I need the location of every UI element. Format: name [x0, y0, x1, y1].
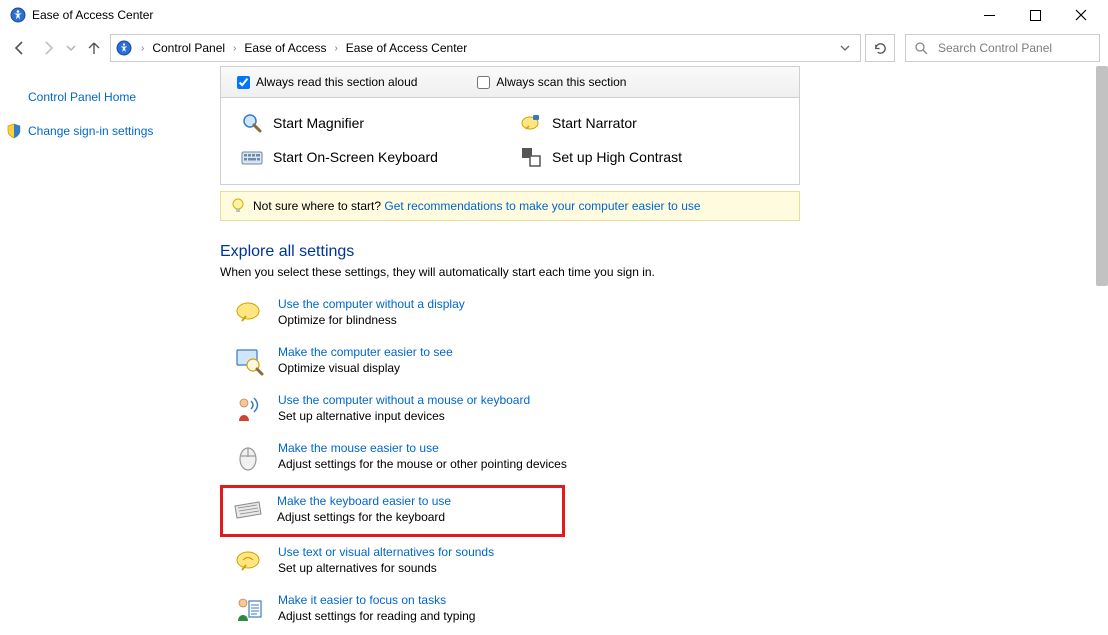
- shield-icon: [6, 123, 22, 139]
- quick-item-label: Set up High Contrast: [552, 149, 682, 165]
- start-magnifier[interactable]: Start Magnifier: [241, 112, 500, 134]
- recent-locations-button[interactable]: [64, 36, 78, 60]
- checkbox-label: Always read this section aloud: [256, 75, 417, 89]
- quick-access-box: Always read this section aloud Always sc…: [220, 66, 800, 185]
- setting-keyboard-easier[interactable]: Make the keyboard easier to use Adjust s…: [231, 492, 562, 530]
- ease-of-access-app-icon: [10, 7, 26, 23]
- quick-access-tools: Start Magnifier Start Narrator: [221, 98, 799, 184]
- setting-link[interactable]: Use the computer without a display: [278, 297, 465, 311]
- recommendation-tip: Not sure where to start? Get recommendat…: [220, 191, 800, 221]
- keyboard-icon: [231, 494, 265, 528]
- forward-button[interactable]: [36, 36, 60, 60]
- search-input[interactable]: [936, 40, 1095, 56]
- sidebar-control-panel-home[interactable]: Control Panel Home: [0, 86, 210, 108]
- setting-without-display[interactable]: Use the computer without a display Optim…: [220, 291, 1098, 339]
- breadcrumb-control-panel[interactable]: Control Panel: [150, 41, 227, 55]
- up-button[interactable]: [82, 36, 106, 60]
- quick-item-label: Start Magnifier: [273, 115, 364, 131]
- scrollbar-thumb[interactable]: [1096, 66, 1108, 286]
- setting-link[interactable]: Use text or visual alternatives for soun…: [278, 545, 494, 559]
- setting-desc: Optimize visual display: [278, 361, 453, 375]
- quick-access-options: Always read this section aloud Always sc…: [221, 67, 799, 98]
- high-contrast-icon: [520, 146, 542, 168]
- setting-easier-to-see[interactable]: Make the computer easier to see Optimize…: [220, 339, 1098, 387]
- start-on-screen-keyboard[interactable]: Start On-Screen Keyboard: [241, 146, 500, 168]
- person-document-icon: [232, 593, 266, 627]
- breadcrumb-chevron-icon[interactable]: ›: [137, 43, 148, 54]
- titlebar: Ease of Access Center: [0, 0, 1108, 30]
- content: Always read this section aloud Always sc…: [210, 66, 1108, 627]
- maximize-button[interactable]: [1012, 0, 1058, 30]
- quick-item-label: Start On-Screen Keyboard: [273, 149, 438, 165]
- always-scan-input[interactable]: [477, 76, 490, 89]
- address-bar[interactable]: › Control Panel › Ease of Access › Ease …: [110, 34, 861, 62]
- setting-desc: Set up alternatives for sounds: [278, 561, 494, 575]
- setting-without-mouse-keyboard[interactable]: Use the computer without a mouse or keyb…: [220, 387, 1098, 435]
- sidebar-item-label: Control Panel Home: [28, 90, 136, 104]
- minimize-button[interactable]: [966, 0, 1012, 30]
- search-icon: [914, 41, 928, 55]
- sound-bubble-icon: [232, 545, 266, 579]
- lightbulb-icon: [231, 198, 245, 214]
- sidebar: Control Panel Home Change sign-in settin…: [0, 66, 210, 627]
- monitor-magnifier-icon: [232, 345, 266, 379]
- tip-text: Not sure where to start? Get recommendat…: [253, 199, 701, 213]
- explore-subtext: When you select these settings, they wil…: [220, 265, 1098, 279]
- tip-prefix: Not sure where to start?: [253, 199, 384, 213]
- highlighted-setting: Make the keyboard easier to use Adjust s…: [220, 485, 565, 537]
- always-read-checkbox[interactable]: Always read this section aloud: [237, 75, 417, 89]
- setting-desc: Adjust settings for the mouse or other p…: [278, 457, 567, 471]
- quick-item-label: Start Narrator: [552, 115, 637, 131]
- explore-heading: Explore all settings: [220, 243, 1098, 261]
- back-button[interactable]: [8, 36, 32, 60]
- window-controls: [966, 0, 1104, 30]
- setting-desc: Adjust settings for the keyboard: [277, 510, 451, 524]
- setting-sound-alternatives[interactable]: Use text or visual alternatives for soun…: [220, 539, 1098, 587]
- setting-mouse-easier[interactable]: Make the mouse easier to use Adjust sett…: [220, 435, 1098, 483]
- toolbar: › Control Panel › Ease of Access › Ease …: [0, 30, 1108, 66]
- start-narrator[interactable]: Start Narrator: [520, 112, 779, 134]
- setting-link[interactable]: Make the keyboard easier to use: [277, 494, 451, 508]
- control-panel-icon: [115, 39, 133, 57]
- setting-focus-tasks[interactable]: Make it easier to focus on tasks Adjust …: [220, 587, 1098, 635]
- checkbox-label: Always scan this section: [496, 75, 626, 89]
- refresh-button[interactable]: [865, 34, 895, 62]
- vertical-scrollbar[interactable]: [1096, 66, 1108, 626]
- setup-high-contrast[interactable]: Set up High Contrast: [520, 146, 779, 168]
- breadcrumb-chevron-icon[interactable]: ›: [229, 43, 240, 54]
- close-button[interactable]: [1058, 0, 1104, 30]
- speech-bubble-icon: [232, 297, 266, 331]
- setting-desc: Optimize for blindness: [278, 313, 465, 327]
- breadcrumb-chevron-icon[interactable]: ›: [330, 43, 341, 54]
- narrator-icon: [520, 112, 542, 134]
- setting-desc: Set up alternative input devices: [278, 409, 530, 423]
- settings-list: Use the computer without a display Optim…: [220, 291, 1098, 635]
- mouse-icon: [232, 441, 266, 475]
- always-read-input[interactable]: [237, 76, 250, 89]
- tip-link[interactable]: Get recommendations to make your compute…: [384, 199, 700, 213]
- address-dropdown-icon[interactable]: [834, 43, 856, 53]
- setting-link[interactable]: Make the mouse easier to use: [278, 441, 567, 455]
- setting-link[interactable]: Make it easier to focus on tasks: [278, 593, 475, 607]
- magnifier-icon: [241, 112, 263, 134]
- setting-desc: Adjust settings for reading and typing: [278, 609, 475, 623]
- sidebar-change-signin-settings[interactable]: Change sign-in settings: [0, 120, 210, 142]
- sidebar-item-label: Change sign-in settings: [28, 124, 153, 138]
- setting-link[interactable]: Use the computer without a mouse or keyb…: [278, 393, 530, 407]
- person-speaking-icon: [232, 393, 266, 427]
- breadcrumb-ease-of-access-center[interactable]: Ease of Access Center: [344, 41, 469, 55]
- on-screen-keyboard-icon: [241, 146, 263, 168]
- window-title: Ease of Access Center: [32, 8, 153, 22]
- breadcrumb-ease-of-access[interactable]: Ease of Access: [242, 41, 328, 55]
- body: Control Panel Home Change sign-in settin…: [0, 66, 1108, 627]
- setting-link[interactable]: Make the computer easier to see: [278, 345, 453, 359]
- search-box[interactable]: [905, 34, 1100, 62]
- always-scan-checkbox[interactable]: Always scan this section: [477, 75, 626, 89]
